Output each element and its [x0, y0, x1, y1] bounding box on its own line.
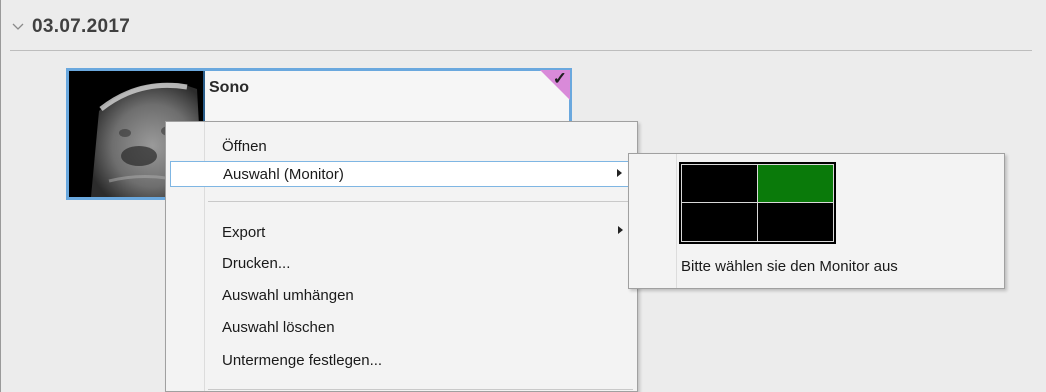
monitor-layout-grid[interactable] [679, 162, 836, 244]
menu-item-open[interactable]: Öffnen [170, 133, 633, 159]
submenu-icon-gutter [676, 154, 677, 288]
panel-left-border [0, 0, 1, 392]
menu-item-select-monitor[interactable]: Auswahl (Monitor) [170, 161, 633, 187]
date-group-header[interactable]: 03.07.2017 [10, 12, 130, 42]
monitor-select-hint: Bitte wählen sie den Monitor aus [681, 258, 898, 275]
menu-item-reassign-selection[interactable]: Auswahl umhängen [170, 282, 633, 308]
menu-separator [208, 389, 633, 390]
group-divider [10, 50, 1032, 51]
study-title: Sono [209, 79, 249, 96]
menu-item-label: Drucken... [222, 254, 291, 272]
menu-item-delete-selection[interactable]: Auswahl löschen [170, 314, 633, 340]
menu-item-label: Öffnen [222, 137, 267, 155]
checkmark-icon: ✓ [552, 69, 567, 88]
monitor-cell-1[interactable] [681, 164, 758, 203]
menu-item-label: Untermenge festlegen... [222, 351, 383, 369]
menu-item-label: Auswahl umhängen [222, 286, 354, 304]
monitor-submenu: Bitte wählen sie den Monitor aus [628, 153, 1005, 289]
menu-item-label: Auswahl (Monitor) [223, 165, 344, 183]
submenu-arrow-icon [617, 169, 622, 177]
menu-item-print[interactable]: Drucken... [170, 250, 633, 276]
chevron-down-icon[interactable] [10, 19, 26, 35]
context-menu: Öffnen Auswahl (Monitor) Export Drucken.… [165, 121, 638, 392]
menu-item-export[interactable]: Export [170, 219, 633, 245]
monitor-cell-3[interactable] [681, 202, 758, 242]
submenu-arrow-icon [618, 226, 623, 234]
group-date-title: 03.07.2017 [32, 16, 131, 37]
menu-item-label: Export [222, 223, 266, 241]
monitor-cell-2[interactable] [757, 164, 834, 203]
menu-item-label: Auswahl löschen [222, 318, 335, 336]
monitor-cell-4[interactable] [757, 202, 834, 242]
menu-separator [208, 201, 633, 202]
menu-item-define-subset[interactable]: Untermenge festlegen... [170, 347, 633, 373]
